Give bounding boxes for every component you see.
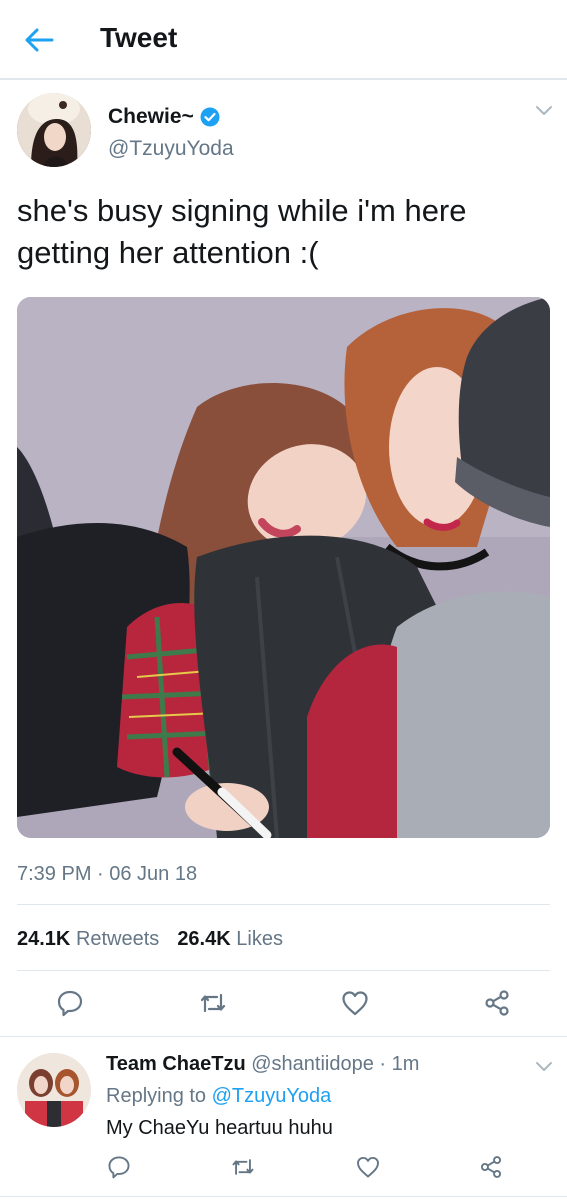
reply-text: My ChaeYu heartuu huhu xyxy=(106,1117,333,1139)
retweet-icon[interactable] xyxy=(198,988,228,1018)
likes-label: Likes xyxy=(236,928,283,950)
tweet-text-line: getting her attention :( xyxy=(17,235,319,270)
replying-to-mention[interactable]: @TzuyuYoda xyxy=(212,1085,332,1107)
reply-icon[interactable] xyxy=(106,1154,132,1180)
share-icon[interactable] xyxy=(482,988,512,1018)
reply-author-meta[interactable]: @shantiidope · 1m xyxy=(251,1053,419,1075)
tweet-text-line: she's busy signing while i'm here xyxy=(17,193,467,228)
chevron-down-icon[interactable] xyxy=(535,1060,553,1074)
tweet-photo[interactable] xyxy=(17,297,550,838)
replying-to-label: Replying to xyxy=(106,1085,207,1107)
divider xyxy=(0,1036,567,1037)
reply-author-name[interactable]: Team ChaeTzu xyxy=(106,1053,246,1075)
heart-icon[interactable] xyxy=(340,988,370,1018)
chevron-down-icon[interactable] xyxy=(535,104,553,118)
tweet-timestamp: 7:39 PM · 06 Jun 18 xyxy=(17,863,198,885)
divider xyxy=(17,970,550,971)
retweet-icon[interactable] xyxy=(230,1154,256,1180)
heart-icon[interactable] xyxy=(355,1154,381,1180)
author-handle[interactable]: @TzuyuYoda xyxy=(108,137,234,161)
author-display-name[interactable]: Chewie~ xyxy=(108,105,194,129)
reply-icon[interactable] xyxy=(55,988,85,1018)
retweets-stat[interactable]: 24.1K Retweets xyxy=(17,928,159,950)
likes-count: 26.4K xyxy=(177,928,231,950)
author-avatar[interactable] xyxy=(17,93,91,167)
author-name-row: Chewie~ xyxy=(108,105,220,129)
reply-author-avatar[interactable] xyxy=(17,1053,91,1127)
tweet-text: she's busy signing while i'm here gettin… xyxy=(17,190,537,274)
likes-stat[interactable]: 26.4K Likes xyxy=(177,928,283,950)
verified-badge-icon xyxy=(200,107,220,127)
replying-to: Replying to @TzuyuYoda xyxy=(106,1085,331,1108)
divider xyxy=(0,1196,567,1197)
reply-header: Team ChaeTzu @shantiidope · 1m xyxy=(106,1053,419,1076)
retweets-count: 24.1K xyxy=(17,928,71,950)
share-icon[interactable] xyxy=(478,1154,504,1180)
page-title: Tweet xyxy=(100,22,178,53)
arrow-left-icon[interactable] xyxy=(22,24,56,56)
divider xyxy=(17,904,550,905)
retweets-label: Retweets xyxy=(75,928,160,950)
tweet-stats: 24.1K Retweets 26.4K Likes xyxy=(17,928,283,951)
top-bar: Tweet xyxy=(0,0,567,80)
